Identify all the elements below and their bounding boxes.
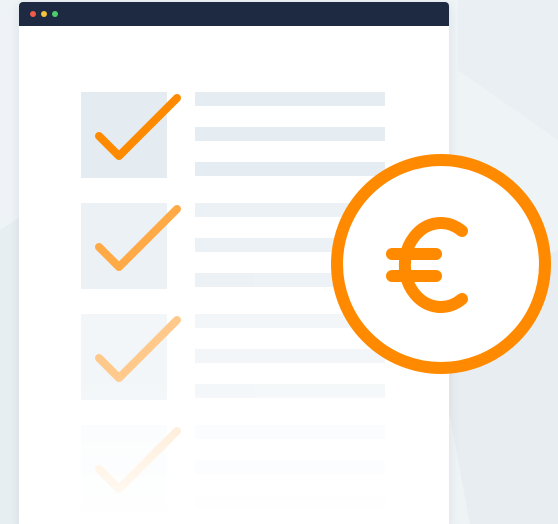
bottom-fade xyxy=(19,374,449,524)
placeholder-line xyxy=(195,92,385,106)
euro-badge xyxy=(331,154,551,374)
euro-badge-ring xyxy=(331,154,551,374)
checkmark-icon xyxy=(95,94,181,160)
checkmark-icon xyxy=(95,205,181,271)
placeholder-line xyxy=(195,127,385,141)
